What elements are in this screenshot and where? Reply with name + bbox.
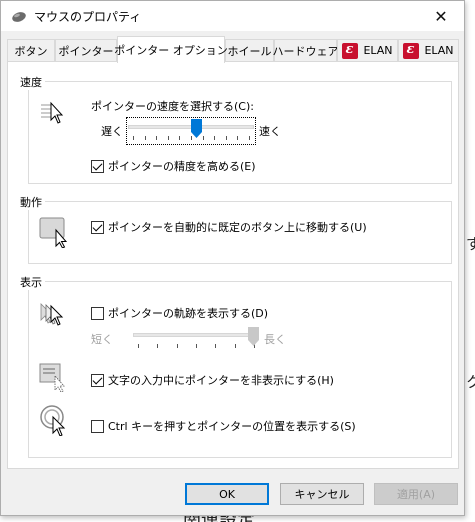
- visibility-group-label: 表示: [17, 274, 45, 290]
- show-location-icon: [40, 405, 66, 436]
- mouse-properties-dialog: マウスのプロパティ ✕ ボタン ポインター ポインター オプション ホイール ハ…: [0, 0, 465, 516]
- motion-group-label: 速度: [17, 74, 45, 90]
- apply-label: 適用(A): [396, 488, 436, 501]
- tab-label: ホイール: [227, 44, 272, 58]
- trails-label: ポインターの軌跡を表示する(D): [108, 307, 269, 320]
- tab-label: ELAN: [424, 44, 454, 57]
- tab-wheel[interactable]: ホイール: [225, 39, 274, 61]
- close-icon: ✕: [434, 6, 448, 26]
- tab-label: ポインター オプション: [114, 44, 228, 57]
- cancel-label: キャンセル: [294, 488, 350, 501]
- ctrl-location-option[interactable]: Ctrl キーを押すとポインターの位置を表示する(S): [91, 418, 356, 434]
- tab-label: ポインター: [58, 44, 114, 58]
- slider-tick: [133, 136, 134, 140]
- precision-checkbox[interactable]: [91, 159, 104, 173]
- hide-while-typing-icon: [39, 363, 65, 392]
- slider-thumb[interactable]: [248, 327, 259, 346]
- ok-button[interactable]: OK: [185, 483, 269, 505]
- slider-tick: [237, 136, 238, 140]
- tab-pointer-options[interactable]: ポインター オプション: [114, 36, 228, 63]
- trails-length-row: 短く 長く: [91, 327, 286, 351]
- slider-tick: [138, 344, 139, 348]
- motion-group: 速度 ポインターの速度を選択する(C): 遅く 速く ポインターの精度を高める(…: [17, 74, 452, 184]
- slider-track: [133, 333, 259, 337]
- slider-tick: [214, 136, 215, 140]
- pointer-options-panel: 速度 ポインターの速度を選択する(C): 遅く 速く ポインターの精度を高める(…: [7, 61, 459, 469]
- elan-logo-icon: [403, 42, 420, 59]
- slider-tick: [235, 344, 236, 348]
- pointer-speed-icon: [41, 101, 64, 124]
- slow-label: 遅く: [101, 125, 123, 138]
- short-label: 短く: [91, 333, 113, 346]
- apply-button[interactable]: 適用(A): [374, 483, 458, 505]
- precision-label: ポインターの精度を高める(E): [108, 160, 256, 173]
- window-title: マウスのプロパティ: [34, 10, 142, 24]
- snap-group-label: 動作: [17, 194, 45, 210]
- speed-label: ポインターの速度を選択する(C):: [91, 100, 254, 113]
- slider-tick: [168, 136, 169, 140]
- tab-hardware[interactable]: ハードウェア: [272, 39, 339, 61]
- fast-label: 速く: [259, 125, 281, 138]
- trail-length-slider[interactable]: [133, 327, 259, 351]
- tab-label: ハードウェア: [272, 44, 339, 58]
- precision-option[interactable]: ポインターの精度を高める(E): [91, 158, 256, 174]
- mouse-icon: [12, 12, 26, 22]
- tab-label: ボタン: [14, 44, 48, 58]
- slider-tick: [177, 344, 178, 348]
- background-text: す: [466, 235, 475, 253]
- visibility-group: 表示 ポインターの軌跡を表示する(D) 短く 長く 文字の入力中にポインターを非…: [17, 274, 452, 458]
- trails-option[interactable]: ポインターの軌跡を表示する(D): [91, 305, 268, 321]
- tab-pointers[interactable]: ポインター: [55, 39, 117, 61]
- tab-label: ELAN: [363, 44, 393, 57]
- slider-tick: [249, 136, 250, 140]
- slider-tick: [226, 136, 227, 140]
- speed-slider-row: 遅く 速く: [101, 117, 281, 145]
- tab-elan-1[interactable]: ELAN: [337, 39, 398, 61]
- tab-buttons[interactable]: ボタン: [7, 39, 55, 61]
- cancel-button[interactable]: キャンセル: [280, 483, 364, 505]
- title-bar: マウスのプロパティ ✕: [1, 1, 464, 31]
- ctrl-location-checkbox[interactable]: [91, 419, 104, 433]
- snap-checkbox[interactable]: [91, 220, 104, 234]
- ok-label: OK: [219, 487, 235, 501]
- ctrl-location-label: Ctrl キーを押すとポインターの位置を表示する(S): [108, 420, 356, 433]
- snap-label: ポインターを自動的に既定のボタン上に移動する(U): [108, 221, 367, 234]
- close-button[interactable]: ✕: [418, 1, 464, 31]
- hide-typing-label: 文字の入力中にポインターを非表示にする(H): [108, 374, 334, 387]
- slider-thumb[interactable]: [191, 119, 202, 138]
- slider-tick: [157, 344, 158, 348]
- slider-tick: [196, 344, 197, 348]
- slider-tick: [203, 136, 204, 140]
- snap-to-group: 動作 ポインターを自動的に既定のボタン上に移動する(U): [17, 194, 452, 264]
- slider-tick: [215, 344, 216, 348]
- slider-tick: [145, 136, 146, 140]
- speed-slider[interactable]: [126, 117, 256, 145]
- elan-logo-icon: [342, 42, 359, 59]
- slider-tick: [179, 136, 180, 140]
- slider-tick: [156, 136, 157, 140]
- tab-strip: ボタン ポインター ポインター オプション ホイール ハードウェア ELAN E…: [7, 36, 459, 63]
- snap-to-button-icon: [39, 217, 68, 248]
- hide-typing-option[interactable]: 文字の入力中にポインターを非表示にする(H): [91, 372, 334, 388]
- background-text: ク: [466, 373, 475, 391]
- snap-option[interactable]: ポインターを自動的に既定のボタン上に移動する(U): [91, 219, 367, 235]
- long-label: 長く: [264, 333, 286, 346]
- hide-typing-checkbox[interactable]: [91, 373, 104, 387]
- trails-checkbox[interactable]: [91, 306, 104, 320]
- tab-elan-2[interactable]: ELAN: [398, 39, 459, 61]
- pointer-trails-icon: [40, 303, 64, 326]
